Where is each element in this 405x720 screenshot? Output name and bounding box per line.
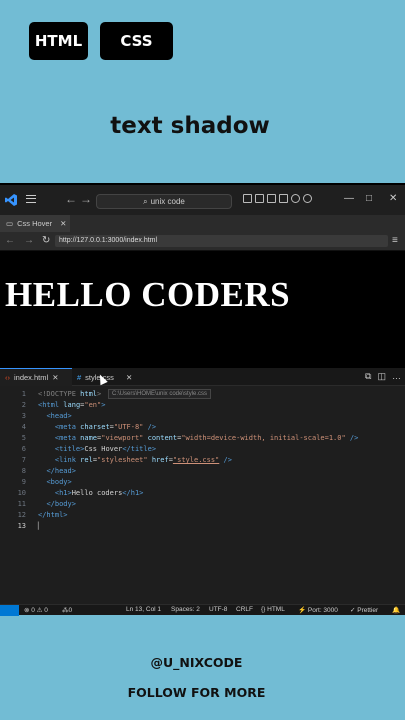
html-tag-badge: HTML xyxy=(29,22,88,60)
html-file-icon: ‹› xyxy=(5,373,10,382)
cursor-position[interactable]: Ln 13, Col 1 xyxy=(126,606,161,613)
notifications-icon[interactable]: 🔔 xyxy=(392,606,400,614)
css-tag-badge: CSS xyxy=(100,22,173,60)
tab-index-html[interactable]: ‹› index.html ✕ xyxy=(0,368,72,386)
ports-indicator[interactable]: ⁂0 xyxy=(62,606,72,614)
forward-arrow-icon[interactable]: → xyxy=(80,192,92,206)
browser-tab-strip: ▭ Css Hover ✕ xyxy=(0,215,405,232)
code-line: 10 <h1>Hello coders</h1> xyxy=(17,489,144,497)
reload-icon[interactable]: ↻ xyxy=(42,235,50,246)
account-icon[interactable] xyxy=(291,194,300,203)
live-server-port[interactable]: ⚡ Port: 3000 xyxy=(298,606,338,614)
headline: text shadow xyxy=(110,113,270,139)
toggle-sidebar-icon[interactable] xyxy=(243,194,252,203)
code-line: 3 <head> xyxy=(21,412,72,420)
code-line: 11 </body> xyxy=(17,500,76,508)
code-line: 4 <meta charset="UTF-8" /> xyxy=(21,423,157,431)
page-icon: ▭ xyxy=(6,219,14,228)
browser-menu-icon[interactable]: ≡ xyxy=(392,235,398,246)
layout-controls xyxy=(243,194,312,203)
code-line: 13 ▏ xyxy=(17,522,43,530)
open-preview-icon[interactable]: ⧉ xyxy=(365,371,371,382)
page-preview: HELLO CODERS xyxy=(0,251,405,368)
maximize-button[interactable]: □ xyxy=(366,193,372,204)
title-bar: ← → ⌕ unix code — □ ✕ xyxy=(0,183,405,215)
url-input[interactable]: http://127.0.0.1:3000/index.html xyxy=(55,235,388,247)
code-line: 7 <link rel="stylesheet" href="style.css… xyxy=(21,456,232,464)
tab-style-css[interactable]: # style.css ✕ xyxy=(72,368,142,386)
language-mode[interactable]: {} HTML xyxy=(261,606,285,613)
code-line: 8 </head> xyxy=(21,467,76,475)
code-editor[interactable]: 1 <!DOCTYPE html> 2 <html lang="en"> 3 <he… xyxy=(0,389,405,532)
search-icon: ⌕ xyxy=(143,196,148,206)
preview-heading: HELLO CODERS xyxy=(5,275,291,314)
code-line: 9 <body> xyxy=(21,478,72,486)
split-editor-icon[interactable]: ◫ xyxy=(377,371,386,382)
handle-text: @U_NIXCODE xyxy=(150,655,243,670)
close-button[interactable]: ✕ xyxy=(389,193,397,204)
command-center-search[interactable]: ⌕ unix code xyxy=(96,194,232,209)
line-ending[interactable]: CRLF xyxy=(236,606,253,613)
customize-layout-icon[interactable] xyxy=(279,194,288,203)
minimize-button[interactable]: — xyxy=(344,193,354,204)
code-line: 2 <html lang="en"> xyxy=(21,401,106,409)
vscode-logo-icon xyxy=(5,194,17,206)
gear-icon[interactable] xyxy=(303,194,312,203)
browser-forward-icon[interactable]: → xyxy=(24,235,34,246)
search-text: unix code xyxy=(150,197,185,206)
code-line: 1 <!DOCTYPE html> xyxy=(21,390,102,398)
browser-tab-label: Css Hover xyxy=(17,219,53,228)
menu-icon[interactable] xyxy=(26,195,36,203)
code-line: 5 <meta name="viewport" content="width=d… xyxy=(21,434,359,442)
prettier-status[interactable]: ✓ Prettier xyxy=(350,606,378,614)
close-tab-icon[interactable]: ✕ xyxy=(60,219,66,228)
indentation[interactable]: Spaces: 2 xyxy=(171,606,200,613)
remote-indicator-button[interactable] xyxy=(0,605,19,616)
code-line: 6 <title>Css Hover</title> xyxy=(21,445,157,453)
tab-label: index.html xyxy=(14,373,49,382)
css-file-icon: # xyxy=(77,372,82,382)
close-tab-icon[interactable]: ✕ xyxy=(52,373,58,382)
problems-indicator[interactable]: ⊗ 0 ⚠ 0 xyxy=(24,606,48,614)
editor-actions: ⧉ ◫ … xyxy=(365,371,401,382)
close-tab-icon[interactable]: ✕ xyxy=(126,373,132,382)
follow-text: FOLLOW FOR MORE xyxy=(127,685,266,700)
toggle-secondary-sidebar-icon[interactable] xyxy=(267,194,276,203)
browser-tab[interactable]: ▭ Css Hover ✕ xyxy=(0,215,70,232)
encoding[interactable]: UTF-8 xyxy=(209,606,227,613)
vscode-window: ← → ⌕ unix code — □ ✕ ▭ Css Hover ✕ ← → … xyxy=(0,183,405,616)
toggle-panel-icon[interactable] xyxy=(255,194,264,203)
back-arrow-icon[interactable]: ← xyxy=(65,192,77,206)
more-actions-icon[interactable]: … xyxy=(392,371,401,382)
status-bar: ⊗ 0 ⚠ 0 ⁂0 Ln 13, Col 1 Spaces: 2 UTF-8 … xyxy=(0,604,405,616)
browser-back-icon[interactable]: ← xyxy=(5,235,15,246)
editor-tab-strip: ‹› index.html ✕ # style.css ✕ ⧉ ◫ … C:\U… xyxy=(0,368,405,399)
url-bar: ← → ↻ http://127.0.0.1:3000/index.html ≡ xyxy=(0,232,405,251)
code-line: 12 </html> xyxy=(17,511,68,519)
